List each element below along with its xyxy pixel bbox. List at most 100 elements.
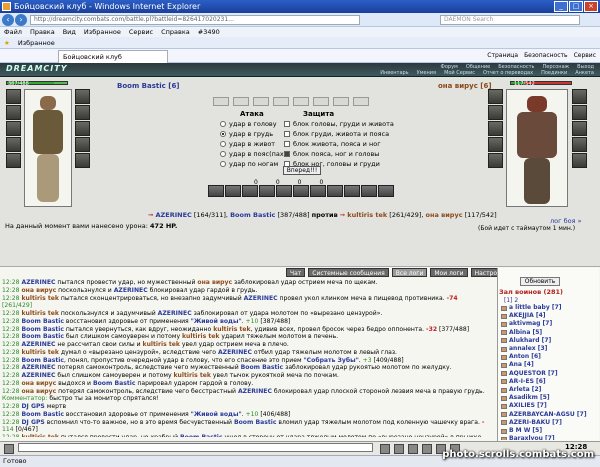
chat-nick[interactable]: AZERINEC bbox=[22, 364, 56, 371]
menu-help[interactable]: Справка bbox=[161, 27, 190, 37]
chat-nick[interactable]: DJ GPS bbox=[22, 403, 45, 410]
chat-time[interactable]: 12:28 bbox=[2, 372, 22, 379]
nav-transfers[interactable]: Отчет о переводах bbox=[483, 70, 533, 76]
chat-time[interactable]: 12:28 bbox=[2, 341, 22, 348]
right-fighter-name[interactable]: она вирус [6] bbox=[438, 82, 492, 90]
player-item[interactable]: Arleta [2] bbox=[501, 386, 597, 394]
chat-nick[interactable]: Boom Bastic bbox=[234, 419, 277, 426]
skill-icon[interactable] bbox=[259, 185, 275, 197]
right-avatar[interactable] bbox=[506, 89, 568, 207]
player-item[interactable]: Albina [5] bbox=[501, 329, 597, 337]
chat-nick[interactable]: AZERINEC bbox=[114, 287, 148, 294]
right-slot-3[interactable] bbox=[488, 121, 503, 136]
chat-time[interactable]: 12:28 bbox=[2, 388, 22, 395]
left-slot-weapon[interactable] bbox=[6, 121, 21, 136]
chat-nick[interactable]: Boom Bastic bbox=[22, 357, 65, 364]
skill-icon[interactable] bbox=[310, 185, 326, 197]
chat-time[interactable]: 12:28 bbox=[2, 318, 22, 325]
player-item[interactable]: a little baby [7] bbox=[501, 304, 597, 312]
menu-file[interactable]: Файл bbox=[4, 27, 22, 37]
left-slot-amulet[interactable] bbox=[6, 105, 21, 120]
chat-nick[interactable]: kultiris tek bbox=[22, 434, 59, 437]
player-item[interactable]: AR-I-ES [6] bbox=[501, 378, 597, 386]
player-name[interactable]: AZERBAYCAN-AGSU [7] bbox=[509, 411, 587, 419]
chat-nick[interactable]: kultiris tek bbox=[143, 341, 180, 348]
chat-nick[interactable]: AZERINEC bbox=[158, 310, 192, 317]
chat-nick[interactable]: AZERINEC bbox=[22, 341, 56, 348]
left-fighter-name[interactable]: Boom Bastic [6] bbox=[117, 82, 180, 90]
chat-nick[interactable]: AZERINEC bbox=[218, 349, 252, 356]
chat-nick[interactable]: Boom Bastic bbox=[22, 318, 65, 325]
attack-option[interactable]: удар в голову bbox=[220, 119, 286, 129]
chat-time[interactable]: 12:28 bbox=[2, 403, 22, 410]
clear-icon[interactable] bbox=[394, 444, 404, 454]
page-menu[interactable]: Страница bbox=[487, 51, 518, 61]
skill-icon[interactable] bbox=[208, 185, 224, 197]
chat-nick[interactable]: "Собрать Зубы" bbox=[303, 357, 358, 364]
right-slot-2[interactable] bbox=[488, 105, 503, 120]
player-name[interactable]: a little baby [7] bbox=[509, 304, 562, 312]
tab-my-logs[interactable]: Мои логи bbox=[430, 268, 468, 277]
player-name[interactable]: AR-I-ES [6] bbox=[509, 378, 546, 386]
chat-time[interactable]: 12:28 bbox=[2, 419, 22, 426]
right-slot-7[interactable] bbox=[572, 105, 587, 120]
player-name[interactable]: Ana [4] bbox=[509, 361, 534, 369]
chat-time[interactable]: 12:28 bbox=[2, 380, 22, 387]
tab-all-logs[interactable]: Все логи bbox=[391, 268, 428, 277]
chat-nick[interactable]: она вирус bbox=[22, 380, 57, 387]
player-name[interactable]: Asadikm [5] bbox=[509, 394, 550, 402]
defense-option[interactable]: блок головы, груди и живота bbox=[284, 119, 394, 129]
smile-icon[interactable] bbox=[4, 444, 14, 454]
player-item[interactable]: AZERI-BAKU [7] bbox=[501, 419, 597, 427]
forward-icon[interactable]: › bbox=[15, 14, 27, 26]
send-icon[interactable] bbox=[380, 444, 390, 454]
tab-system[interactable]: Системные сообщения bbox=[308, 268, 389, 277]
left-slot-armor[interactable] bbox=[6, 137, 21, 152]
radio-icon[interactable] bbox=[220, 151, 226, 157]
left-slot-ring2[interactable] bbox=[75, 105, 90, 120]
player-item[interactable]: annalex [3] bbox=[501, 345, 597, 353]
team-b-name[interactable]: kultiris tek bbox=[347, 211, 387, 219]
player-name[interactable]: Baraxlyou [7] bbox=[509, 435, 555, 440]
checkbox-icon[interactable] bbox=[284, 131, 290, 137]
skill-icon[interactable] bbox=[327, 185, 343, 197]
skill-icon[interactable] bbox=[344, 185, 360, 197]
chat-nick[interactable]: kultiris tek bbox=[22, 349, 59, 356]
player-item[interactable]: Anton [6] bbox=[501, 353, 597, 361]
right-slot-1[interactable] bbox=[488, 89, 503, 104]
skill-icon[interactable] bbox=[225, 185, 241, 197]
player-item[interactable]: Asadikm [5] bbox=[501, 394, 597, 402]
player-name[interactable]: AXILIES [7] bbox=[509, 402, 547, 410]
nav-skills[interactable]: Умения bbox=[417, 70, 436, 76]
right-slot-10[interactable] bbox=[572, 153, 587, 168]
chat-nick[interactable]: Boom Bastic bbox=[22, 411, 65, 418]
skill-icon[interactable] bbox=[378, 185, 394, 197]
tab-chat[interactable]: Чат bbox=[286, 268, 306, 277]
chat-nick[interactable]: AZERINEC bbox=[238, 388, 272, 395]
player-name[interactable]: Alukhard [7] bbox=[509, 337, 551, 345]
chat-nick[interactable]: kultiris tek bbox=[22, 310, 59, 317]
chat-nick[interactable]: она вирус bbox=[197, 279, 232, 286]
translit-icon[interactable] bbox=[408, 444, 418, 454]
pager[interactable]: [1] 2 bbox=[504, 297, 518, 304]
player-item[interactable]: Alukhard [7] bbox=[501, 337, 597, 345]
safety-menu[interactable]: Безопасность bbox=[524, 51, 568, 61]
chat-nick[interactable]: kultiris tek bbox=[174, 372, 211, 379]
player-item[interactable]: AXILIES [7] bbox=[501, 402, 597, 410]
player-item[interactable]: Baraxlyou [7] bbox=[501, 435, 597, 440]
left-slot-gloves[interactable] bbox=[75, 121, 90, 136]
menu-favorites[interactable]: Избранное bbox=[84, 27, 121, 37]
nav-inventory[interactable]: Инвентарь bbox=[380, 70, 408, 76]
right-slot-4[interactable] bbox=[488, 137, 503, 152]
attack-option[interactable]: удар по ногам bbox=[220, 159, 286, 169]
chat-nick[interactable]: kultiris tek bbox=[213, 326, 250, 333]
radio-icon[interactable] bbox=[220, 161, 226, 167]
tab-combats[interactable]: Бойцовский клуб bbox=[58, 50, 168, 63]
chat-nick[interactable]: "Живой воды" bbox=[191, 411, 242, 418]
chat-time[interactable]: 12:28 bbox=[2, 295, 22, 302]
menu-edit[interactable]: Правка bbox=[30, 27, 55, 37]
checkbox-icon[interactable] bbox=[284, 151, 290, 157]
chat-nick[interactable]: Boom Bastic bbox=[93, 380, 136, 387]
player-name[interactable]: AKEJJIA [4] bbox=[509, 312, 545, 320]
chat-time[interactable]: [261/429] bbox=[2, 302, 32, 309]
